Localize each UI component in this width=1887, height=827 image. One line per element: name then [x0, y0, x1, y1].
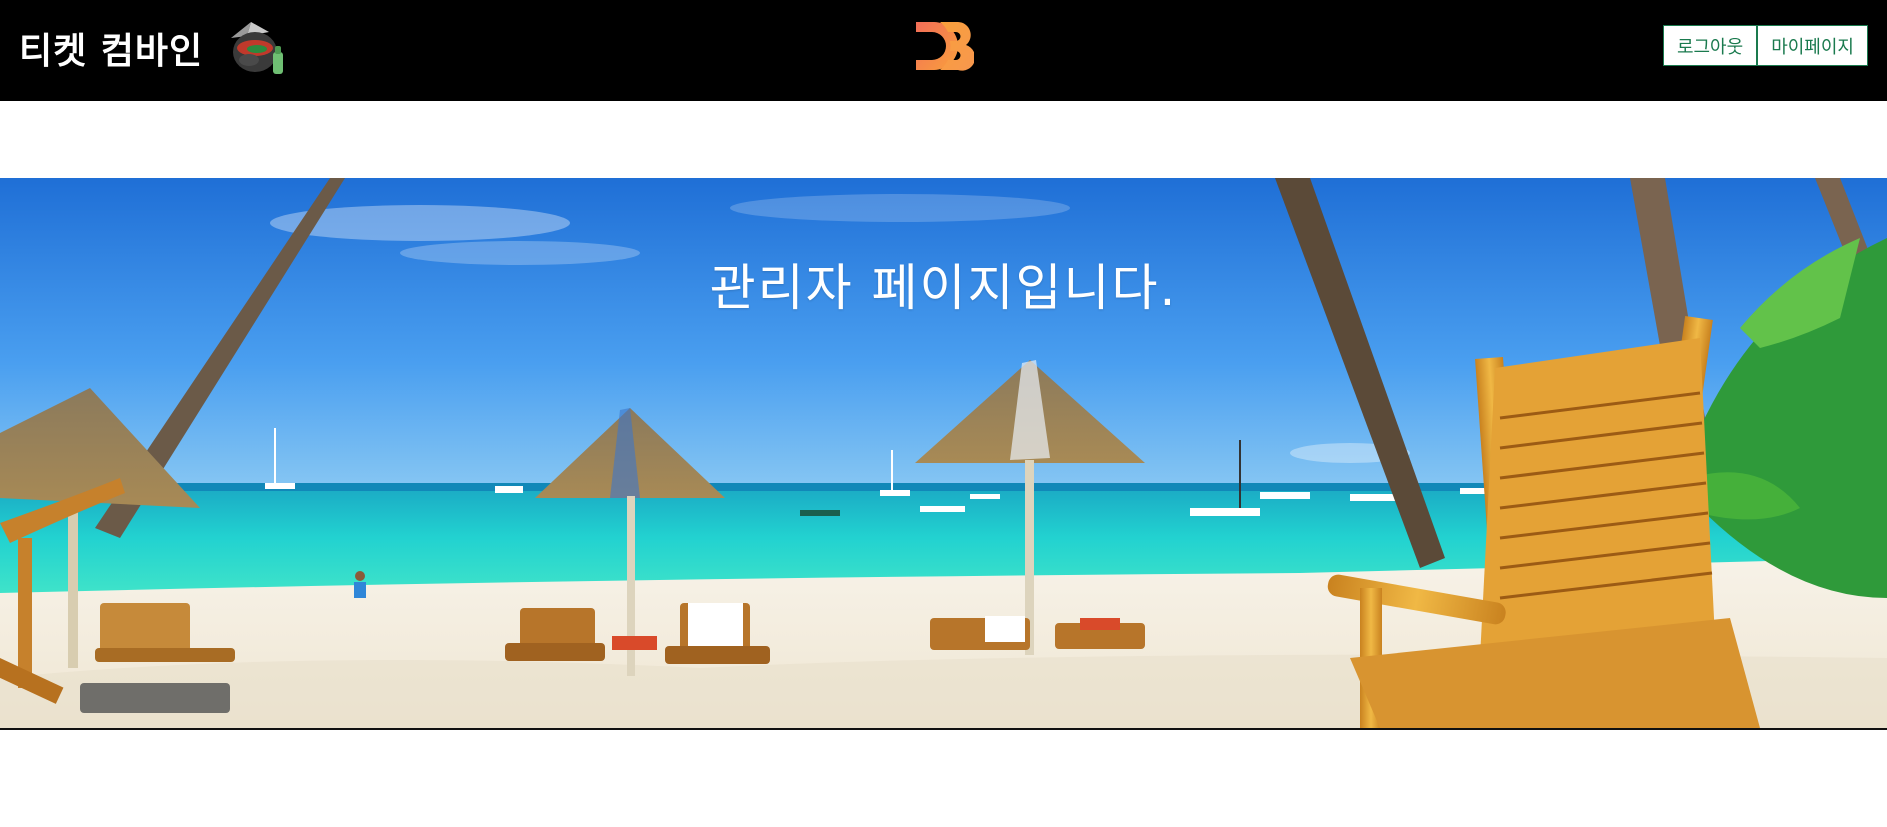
brand-title: 티켓 컴바인 — [19, 31, 204, 72]
hero-title: 관리자 페이지입니다. — [709, 259, 1178, 317]
auth-button-group: 로그아웃 마이페이지 — [1662, 25, 1868, 66]
hero-banner: 관리자 페이지입니다. — [0, 178, 1887, 730]
mascot-icon — [231, 22, 284, 74]
d3-logo-icon[interactable] — [914, 18, 974, 74]
brand-link[interactable]: 티켓 컴바인 — [19, 18, 293, 78]
mypage-button[interactable]: 마이페이지 — [1757, 25, 1868, 66]
top-navbar: 티켓 컴바인 로그아웃 마이페이지 — [0, 0, 1887, 101]
logout-button[interactable]: 로그아웃 — [1662, 25, 1758, 66]
